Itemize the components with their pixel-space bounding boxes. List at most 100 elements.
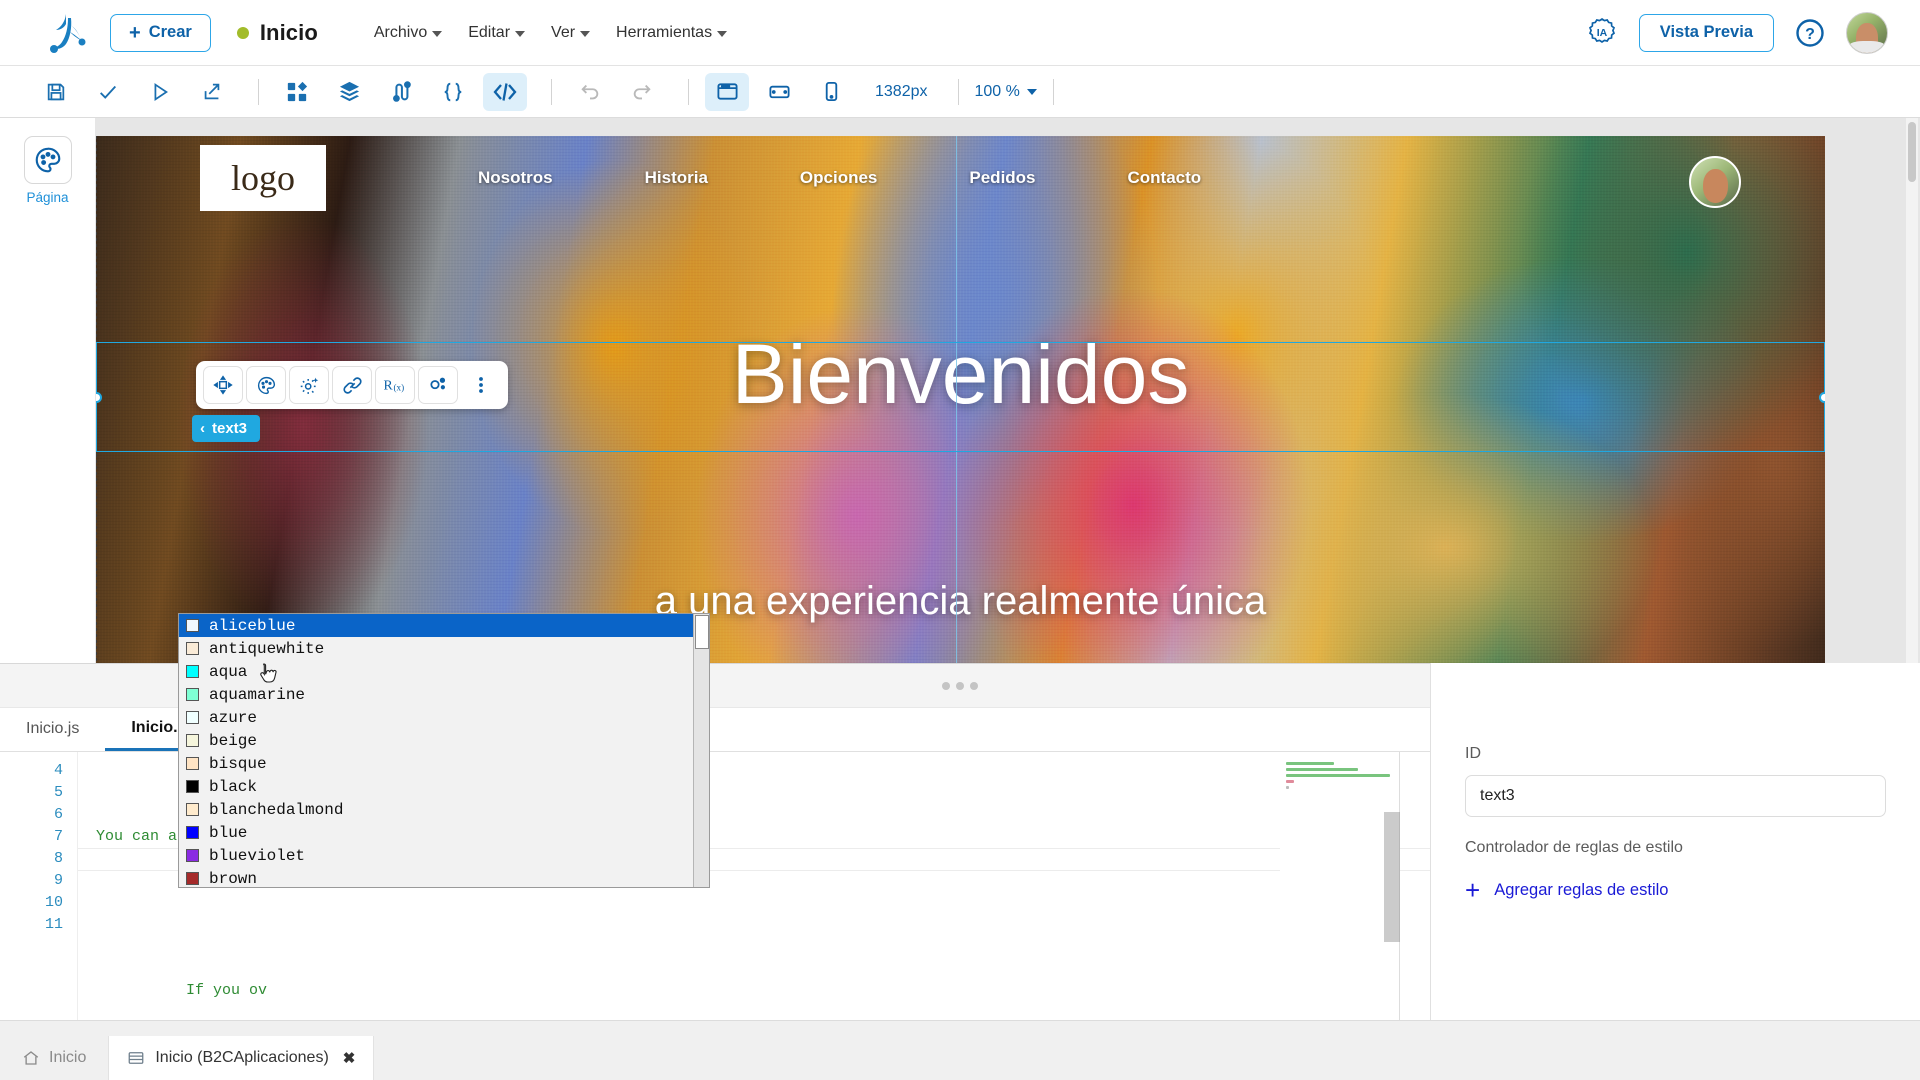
app-root: + Crear Inicio Archivo Editar Ver Herram… — [0, 0, 1920, 1080]
selected-element-tag[interactable]: ‹ text3 — [192, 415, 260, 442]
export-icon[interactable] — [190, 73, 234, 111]
autocomplete-option[interactable]: antiquewhite — [179, 637, 709, 660]
link-icon[interactable] — [332, 366, 372, 404]
autocomplete-scrollbar[interactable] — [693, 614, 709, 888]
chevron-down-icon — [515, 31, 525, 37]
undo-icon[interactable] — [568, 73, 612, 111]
menu-editar[interactable]: Editar — [468, 24, 525, 42]
scrollbar-thumb[interactable] — [695, 615, 709, 649]
autocomplete-option[interactable]: aqua — [179, 660, 709, 683]
color-swatch — [186, 619, 199, 632]
top-bar: + Crear Inicio Archivo Editar Ver Herram… — [0, 0, 1920, 66]
style-controller-label: Controlador de reglas de estilo — [1465, 839, 1886, 857]
autocomplete-option-label: brown — [209, 870, 257, 888]
status-bar: Inicio Inicio (B2CAplicaciones) ✖ — [0, 1020, 1920, 1080]
autocomplete-option-label: blueviolet — [209, 847, 305, 865]
color-swatch — [186, 757, 199, 770]
toolbar-divider — [258, 79, 259, 105]
sidebar-item-pagina[interactable]: Página — [24, 136, 72, 205]
autocomplete-option[interactable]: blueviolet — [179, 844, 709, 867]
close-icon[interactable]: ✖ — [343, 1049, 356, 1067]
scrollbar-thumb[interactable] — [1908, 122, 1916, 182]
element-toolbar: R (x) — [196, 361, 508, 409]
menu-herramientas[interactable]: Herramientas — [616, 24, 727, 42]
design-canvas[interactable]: logo Nosotros Historia Opciones Pedidos … — [96, 118, 1920, 663]
layers-icon[interactable] — [327, 73, 371, 111]
autocomplete-option-label: bisque — [209, 755, 267, 773]
color-swatch — [186, 642, 199, 655]
mobile-icon[interactable] — [809, 73, 853, 111]
nav-link-historia[interactable]: Historia — [645, 168, 708, 188]
zoom-selector[interactable]: 100 % — [975, 83, 1037, 101]
minimap-slider[interactable] — [1384, 812, 1400, 942]
sidebar-item-pagina-label: Página — [26, 190, 68, 205]
menu-ver-label: Ver — [551, 24, 575, 42]
autocomplete-option[interactable]: aquamarine — [179, 683, 709, 706]
preview-button[interactable]: Vista Previa — [1639, 14, 1774, 52]
braces-icon[interactable] — [431, 73, 475, 111]
status-open-tab[interactable]: Inicio (B2CAplicaciones) ✖ — [108, 1036, 374, 1080]
autocomplete-option[interactable]: blue — [179, 821, 709, 844]
autocomplete-option[interactable]: azure — [179, 706, 709, 729]
canvas-width-value[interactable]: 1382px — [861, 83, 942, 101]
site-navbar: logo Nosotros Historia Opciones Pedidos … — [96, 136, 1825, 220]
autocomplete-option-label: aquamarine — [209, 686, 305, 704]
connections-icon[interactable] — [418, 366, 458, 404]
window-icon — [127, 1049, 145, 1067]
line-number: 7 — [0, 826, 63, 848]
nav-link-opciones[interactable]: Opciones — [800, 168, 877, 188]
nav-link-nosotros[interactable]: Nosotros — [478, 168, 553, 188]
settings-sparkle-icon[interactable] — [289, 366, 329, 404]
alignment-guide-vertical — [956, 136, 957, 663]
site-user-avatar[interactable] — [1689, 156, 1741, 208]
autocomplete-option[interactable]: black — [179, 775, 709, 798]
editor-minimap[interactable] — [1280, 752, 1400, 1021]
components-icon[interactable] — [275, 73, 319, 111]
drag-dots-icon — [942, 682, 978, 690]
autocomplete-option[interactable]: blanchedalmond — [179, 798, 709, 821]
line-number: 8 — [0, 848, 63, 870]
line-number: 5 — [0, 782, 63, 804]
nav-link-pedidos[interactable]: Pedidos — [969, 168, 1035, 188]
tablet-icon[interactable] — [757, 73, 801, 111]
menu-archivo[interactable]: Archivo — [374, 24, 442, 42]
status-home-item[interactable]: Inicio — [0, 1036, 108, 1080]
canvas-scrollbar[interactable] — [1906, 118, 1918, 663]
ia-icon[interactable]: IA — [1585, 16, 1619, 50]
toolbar-divider — [958, 79, 959, 105]
css-color-autocomplete-popup[interactable]: aliceblue antiquewhite aqua aquamarine a… — [178, 613, 710, 888]
tab-inicio-js[interactable]: Inicio.js — [0, 707, 105, 751]
app-logo-icon[interactable] — [44, 11, 92, 55]
editor-toolbar: 1382px 100 % — [0, 66, 1920, 118]
user-avatar[interactable] — [1846, 12, 1888, 54]
palette-icon[interactable] — [246, 366, 286, 404]
move-icon[interactable] — [203, 366, 243, 404]
flow-icon[interactable] — [379, 73, 423, 111]
add-style-rules-button[interactable]: + Agregar reglas de estilo — [1465, 877, 1886, 903]
selected-element-tag-label: text3 — [212, 420, 247, 437]
code-icon[interactable] — [483, 73, 527, 111]
save-icon[interactable] — [34, 73, 78, 111]
create-button-label: Crear — [149, 23, 192, 42]
color-swatch — [186, 780, 199, 793]
autocomplete-option[interactable]: aliceblue — [179, 614, 709, 637]
play-icon[interactable] — [138, 73, 182, 111]
create-button[interactable]: + Crear — [110, 14, 211, 52]
autocomplete-option[interactable]: brown — [179, 867, 709, 888]
autocomplete-option[interactable]: beige — [179, 729, 709, 752]
autocomplete-option[interactable]: bisque — [179, 752, 709, 775]
rules-icon[interactable]: R (x) — [375, 366, 415, 404]
redo-icon[interactable] — [620, 73, 664, 111]
menu-ver[interactable]: Ver — [551, 24, 590, 42]
autocomplete-option-label: blue — [209, 824, 247, 842]
more-vertical-icon[interactable] — [461, 366, 501, 404]
check-icon[interactable] — [86, 73, 130, 111]
question-circle-icon[interactable]: ? — [1794, 17, 1826, 49]
color-swatch — [186, 688, 199, 701]
id-input[interactable] — [1465, 775, 1886, 817]
toolbar-divider — [1053, 79, 1054, 105]
line-number: 6 — [0, 804, 63, 826]
site-logo[interactable]: logo — [200, 145, 326, 211]
desktop-icon[interactable] — [705, 73, 749, 111]
nav-link-contacto[interactable]: Contacto — [1128, 168, 1202, 188]
